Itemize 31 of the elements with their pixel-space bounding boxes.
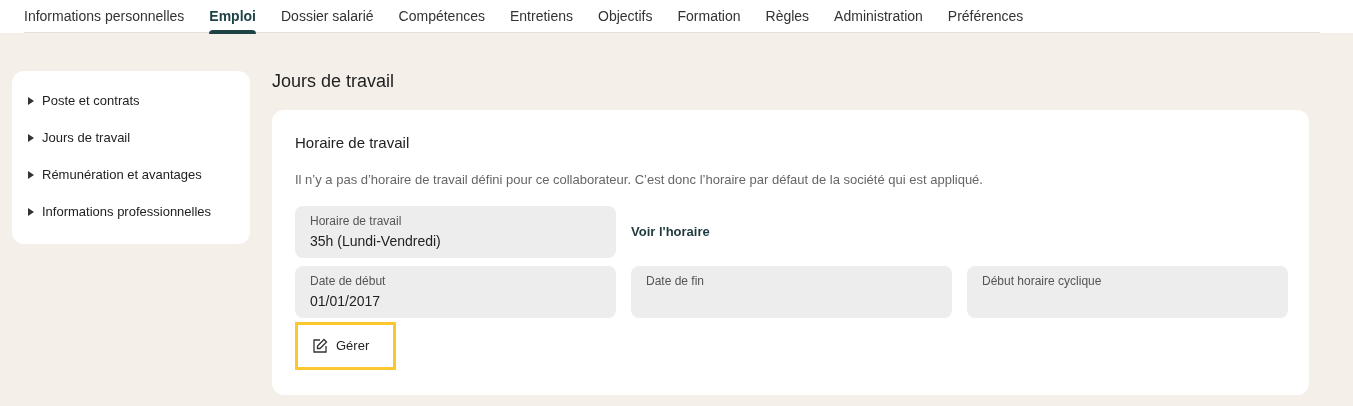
tab[interactable]: Entretiens xyxy=(509,0,573,33)
edit-icon xyxy=(312,338,328,354)
caret-icon xyxy=(28,208,34,216)
sidebar-item[interactable]: Jours de travail xyxy=(28,129,250,147)
tab[interactable]: Compétences xyxy=(398,0,485,33)
sidebar-item[interactable]: Poste et contrats xyxy=(28,92,250,110)
page-title: Jours de travail xyxy=(272,70,396,92)
caret-icon xyxy=(28,171,34,179)
card-title: Horaire de travail xyxy=(295,134,411,152)
caret-icon xyxy=(28,97,34,105)
sidebar-item[interactable]: Informations professionnelles xyxy=(28,203,250,221)
sidebar-item[interactable]: Rémunération et avantages xyxy=(28,166,250,184)
active-tab-indicator xyxy=(209,30,256,34)
view-schedule-link[interactable]: Voir l'horaire xyxy=(631,222,710,242)
field-label: Date de fin xyxy=(646,273,706,289)
tab[interactable]: Objectifs xyxy=(598,0,653,33)
field-value: 01/01/2017 xyxy=(310,292,382,311)
tab[interactable]: Préférences xyxy=(947,0,1024,33)
field-label: Date de début xyxy=(310,273,387,289)
field-value: 35h (Lundi-Vendredi) xyxy=(310,232,442,251)
tab[interactable]: Emploi xyxy=(209,0,256,33)
tab[interactable]: Règles xyxy=(765,0,810,33)
tab[interactable]: Informations personnelles xyxy=(24,0,185,33)
field-label: Début horaire cyclique xyxy=(982,273,1103,289)
caret-icon xyxy=(28,134,34,142)
field-label: Horaire de travail xyxy=(310,213,403,229)
manage-button[interactable]: Gérer xyxy=(295,322,396,370)
tab[interactable]: Administration xyxy=(834,0,923,33)
card-description: Il n’y a pas d’horaire de travail défini pour ce collaborateur. C’est donc l’horaire par défaut de la société qui est appliqué. xyxy=(295,171,984,189)
tab[interactable]: Dossier salarié xyxy=(281,0,374,33)
tab[interactable]: Formation xyxy=(677,0,741,33)
